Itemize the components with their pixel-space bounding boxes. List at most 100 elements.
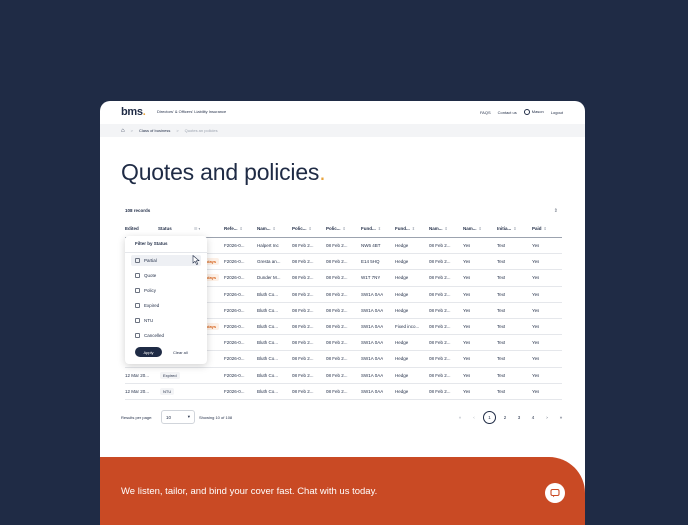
page-title: Quotes and policies. <box>121 159 326 185</box>
product-name: Directors' & Officers' Liability Insuran… <box>157 109 227 114</box>
table-cell: 08 Feb 2... <box>292 291 314 297</box>
table-cell: 08 Feb 2... <box>326 340 348 346</box>
table-cell: F2026-0... <box>224 243 245 249</box>
bms-logo[interactable]: bms. <box>121 106 146 118</box>
table-cell: F2026-0... <box>224 324 245 330</box>
sort-icon[interactable]: ⇕ <box>309 226 312 231</box>
table-cell: Yes <box>532 259 540 265</box>
table-cell: 08 Feb 2... <box>429 275 451 281</box>
sort-icon[interactable]: ⇕ <box>240 226 243 231</box>
sort-icon[interactable]: ⇕ <box>378 226 381 231</box>
logout-link[interactable]: Logout <box>551 110 563 115</box>
sort-icon[interactable]: ⇕ <box>445 226 448 231</box>
filter-icon[interactable]: ☰ ▾ <box>194 226 201 231</box>
table-cell: F2026-0... <box>224 388 245 394</box>
sort-icon[interactable]: ⇕ <box>343 226 346 231</box>
breadcrumb: ⌂ > Class of business > Quotes an polici… <box>100 124 585 137</box>
column-header[interactable]: Edited <box>125 220 139 237</box>
table-cell: 08 Feb 2... <box>429 388 451 394</box>
column-header[interactable]: Polic... ⇕ <box>292 220 312 237</box>
table-cell: Bluth Co... <box>257 340 279 346</box>
page-2-button[interactable]: 2 <box>500 415 510 420</box>
table-cell: Hedge <box>395 243 409 249</box>
home-icon[interactable]: ⌂ <box>121 128 125 134</box>
checkbox[interactable] <box>135 303 140 308</box>
next-page-button[interactable]: › <box>542 415 552 420</box>
filter-option-expired[interactable]: Expired <box>131 300 201 311</box>
table-cell: Yes <box>532 372 540 378</box>
table-cell: Yes <box>463 356 471 362</box>
table-cell: Hedge <box>395 372 409 378</box>
table-cell: Yes <box>532 324 540 330</box>
filter-option-policy[interactable]: Policy <box>131 285 201 296</box>
table-cell: Fixed inco... <box>395 324 420 330</box>
faqs-link[interactable]: FAQS <box>480 110 491 115</box>
filter-option-ntu[interactable]: NTU <box>131 315 201 326</box>
table-cell: 08 Feb 2... <box>429 291 451 297</box>
column-header[interactable]: Refe... ⇕ <box>224 220 243 237</box>
column-header[interactable]: Nam... ⇕ <box>257 220 276 237</box>
table-cell: F2026-0... <box>224 356 245 362</box>
table-cell: Text <box>497 243 506 249</box>
filter-option-quote[interactable]: Quote <box>131 270 201 281</box>
table-cell: SW1A 0AA <box>361 324 384 330</box>
table-cell: Text <box>497 356 506 362</box>
page-4-button[interactable]: 4 <box>528 415 538 420</box>
table-row[interactable]: 12 Mar 20... NTU F2026-0... Bluth Co... 08 F… <box>125 384 562 400</box>
checkbox[interactable] <box>135 273 140 278</box>
page-3-button[interactable]: 3 <box>514 415 524 420</box>
column-header[interactable]: Fund... ⇕ <box>361 220 381 237</box>
table-cell: Hedge <box>395 388 409 394</box>
table-cell: 08 Feb 2... <box>429 307 451 313</box>
column-header[interactable]: Fund... ⇕ <box>395 220 415 237</box>
column-header[interactable]: Nam... ⇕ <box>463 220 482 237</box>
column-header[interactable]: Initia... ⇕ <box>497 220 517 237</box>
chat-button[interactable] <box>545 483 565 503</box>
table-cell: F2026-0... <box>224 275 245 281</box>
user-menu[interactable]: Mason <box>523 109 544 115</box>
contact-link[interactable]: Contact us <box>498 110 517 115</box>
sort-icon[interactable]: ⇕ <box>479 226 482 231</box>
first-page-button[interactable]: « <box>455 415 465 420</box>
prev-page-button[interactable]: ‹ <box>469 415 479 420</box>
table-cell: Dunder M... <box>257 275 281 281</box>
breadcrumb-class-of-business[interactable]: Class of business <box>139 128 170 133</box>
column-header[interactable]: Nam... ⇕ <box>429 220 448 237</box>
sort-icon[interactable]: ⇕ <box>412 226 415 231</box>
results-per-page-select[interactable]: 10 ▾ <box>161 410 195 424</box>
table-cell: SW1A 0AA <box>361 291 384 297</box>
sort-icon[interactable]: ⇕ <box>544 226 547 231</box>
table-cell: SW1A 0AA <box>361 340 384 346</box>
table-cell: F2026-0... <box>224 372 245 378</box>
table-row[interactable]: 12 Mar 20... Expired F2026-0... Bluth Co...… <box>125 368 562 384</box>
clear-all-button[interactable]: Clear all <box>173 347 188 357</box>
filter-option-partial[interactable]: Partial <box>131 255 201 266</box>
checkbox[interactable] <box>135 288 140 293</box>
table-cell: Text <box>497 275 506 281</box>
column-header[interactable]: Paid ⇕ <box>532 220 547 237</box>
table-cell: Yes <box>532 388 540 394</box>
last-page-button[interactable]: » <box>556 415 566 420</box>
checkbox[interactable] <box>135 258 140 263</box>
table-cell: 08 Feb 2... <box>429 259 451 265</box>
chat-footer-banner: We listen, tailor, and bind your cover f… <box>100 457 585 525</box>
apply-button[interactable]: Apply <box>135 347 162 357</box>
table-cell: 08 Feb 2... <box>326 259 348 265</box>
sort-icon[interactable]: ⇕ <box>513 226 516 231</box>
checkbox[interactable] <box>135 333 140 338</box>
table-cell: 08 Feb 2... <box>292 372 314 378</box>
filter-option-cancelled[interactable]: Cancelled <box>131 330 201 341</box>
checkbox[interactable] <box>135 318 140 323</box>
table-cell: 08 Feb 2... <box>429 356 451 362</box>
table-cell: F2026-0... <box>224 259 245 265</box>
table-cell: Bluth Co... <box>257 356 279 362</box>
sort-icon[interactable]: ⇕ <box>273 226 276 231</box>
table-cell: 08 Feb 2... <box>292 340 314 346</box>
column-header[interactable]: Status ☰ ▾ <box>158 220 200 237</box>
page-1-button[interactable]: 1 <box>483 410 496 424</box>
filter-option-label: Quote <box>144 273 157 278</box>
filter-option-label: Policy <box>144 288 157 293</box>
column-header[interactable]: Polic... ⇕ <box>326 220 346 237</box>
sort-icon[interactable]: ⇕ <box>554 208 558 214</box>
breadcrumb-separator: > <box>176 128 179 133</box>
